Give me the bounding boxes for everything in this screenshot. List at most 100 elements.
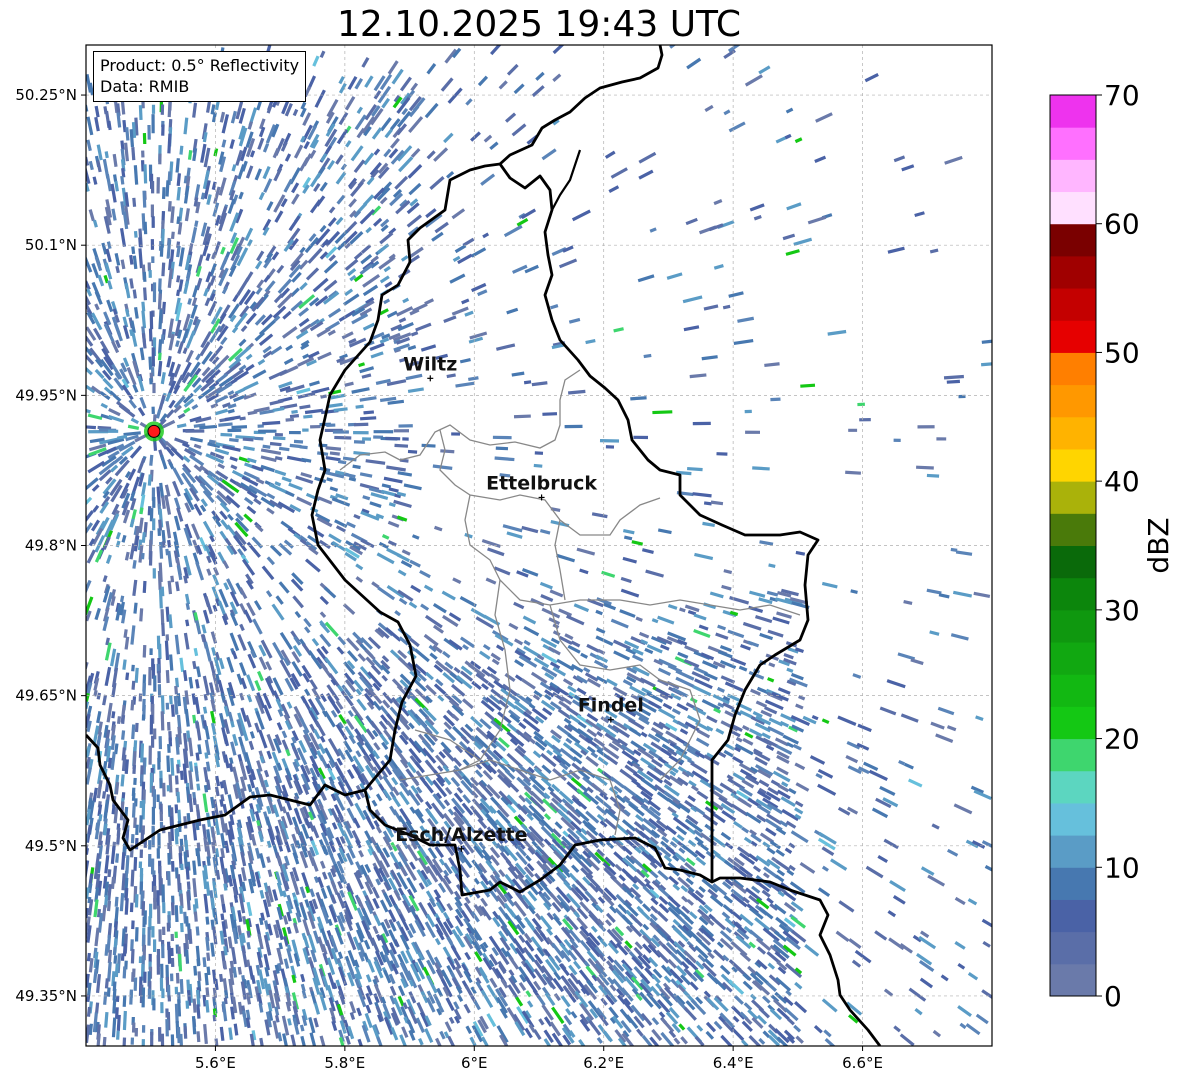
echo-cell-988 bbox=[770, 397, 781, 402]
echo-cell-1067 bbox=[353, 422, 369, 427]
echo-cell-3291 bbox=[168, 831, 172, 843]
map-plot-area[interactable]: WiltzEttelbruckFindelEsch/Alzette bbox=[79, 40, 996, 1053]
echo-cell-1036 bbox=[152, 414, 157, 422]
echo-cell-1510 bbox=[152, 568, 156, 579]
echo-cell-250 bbox=[158, 153, 162, 165]
echo-cell-1065 bbox=[326, 423, 336, 427]
echo-cell-1085 bbox=[302, 428, 309, 432]
echo-cell-4484 bbox=[170, 957, 175, 967]
echo-cell-3289 bbox=[151, 827, 155, 848]
echo-cell-1013 bbox=[151, 406, 155, 414]
echo-cell-1112 bbox=[362, 437, 372, 441]
echo-cell-4749 bbox=[147, 988, 152, 999]
echo-cell-1764 bbox=[142, 645, 147, 658]
echo-cell-4353 bbox=[112, 947, 117, 956]
echo-cell-223 bbox=[141, 150, 145, 158]
echo-cell-4612 bbox=[143, 971, 147, 983]
echo-cell-4356 bbox=[161, 944, 165, 959]
echo-cell-4680 bbox=[133, 977, 138, 991]
echo-cell-1928 bbox=[148, 666, 152, 686]
echo-cell-166 bbox=[147, 124, 151, 140]
echo-cell-1306 bbox=[152, 496, 156, 508]
echo-cell-4150 bbox=[151, 926, 155, 938]
echo-cell-1766 bbox=[158, 643, 162, 659]
echo-cell-929 bbox=[149, 378, 153, 385]
echo-cell-1049 bbox=[859, 418, 871, 422]
echo-cell-4084 bbox=[142, 916, 146, 928]
echo-cell-2232 bbox=[160, 711, 165, 731]
echo-cell-3953 bbox=[129, 902, 134, 913]
echo-cell-1387 bbox=[157, 528, 161, 536]
echo-cell-4215 bbox=[147, 926, 151, 946]
echo-cell-3428 bbox=[139, 849, 144, 858]
echo-cell-1090 bbox=[393, 429, 410, 433]
echo-cell-2128 bbox=[165, 702, 170, 710]
echo-cell-3095 bbox=[151, 806, 156, 825]
echo-cell-347 bbox=[161, 187, 166, 199]
echo-cell-4810 bbox=[129, 989, 133, 1005]
echo-cell-109 bbox=[151, 104, 156, 114]
echo-cell-1071 bbox=[917, 425, 935, 429]
echo-cell-1078 bbox=[185, 429, 205, 433]
echo-cell-2907 bbox=[156, 794, 160, 803]
echo-cell-4217 bbox=[170, 933, 175, 942]
echo-cell-1119 bbox=[633, 435, 649, 440]
echo-cell-4152 bbox=[166, 922, 171, 932]
echo-cell-844 bbox=[157, 352, 162, 361]
echo-cell-1120 bbox=[893, 438, 901, 442]
echo-cell-110 bbox=[160, 104, 165, 115]
echo-cell-3287 bbox=[130, 834, 135, 844]
echo-cell-3096 bbox=[159, 811, 163, 822]
echo-cell-1974 bbox=[153, 675, 157, 692]
echo-cell-421 bbox=[151, 216, 155, 228]
echo-cell-2839 bbox=[166, 785, 171, 792]
echo-cell-3560 bbox=[133, 857, 138, 871]
echo-cell-3698 bbox=[167, 871, 171, 886]
echo-cell-1063 bbox=[310, 424, 321, 429]
echo-cell-2645 bbox=[132, 764, 137, 774]
echo-cell-3561 bbox=[138, 861, 143, 869]
echo-cell-1031 bbox=[744, 409, 752, 414]
echo-cell-4083 bbox=[131, 920, 135, 930]
echo-cell-1092 bbox=[745, 430, 761, 434]
echo-cell-1109 bbox=[293, 439, 304, 444]
echo-cell-1088 bbox=[353, 431, 369, 435]
echo-cell-325 bbox=[150, 180, 155, 194]
echo-cell-1165 bbox=[716, 452, 728, 456]
echo-cell-1089 bbox=[373, 430, 394, 434]
echo-cell-635 bbox=[152, 282, 157, 303]
echo-cell-3885 bbox=[134, 894, 139, 908]
echo-cell-1680 bbox=[161, 623, 165, 637]
echo-cell-1143 bbox=[495, 446, 509, 451]
echo-cell-2288 bbox=[134, 722, 139, 733]
echo-cell-4415 bbox=[148, 953, 152, 963]
echo-cell-1048 bbox=[513, 414, 531, 419]
echo-cell-2021 bbox=[142, 683, 147, 697]
echo-cell-727 bbox=[149, 311, 154, 330]
echo-cell-4876 bbox=[160, 1002, 164, 1014]
echo-cell-4981 bbox=[212, 1014, 217, 1022]
echo-cell-3429 bbox=[156, 848, 160, 859]
echo-cell-4486 bbox=[196, 958, 201, 967]
echo-cell-185 bbox=[142, 133, 147, 145]
echo-cell-1484 bbox=[140, 552, 145, 560]
echo-cell-108 bbox=[138, 105, 143, 121]
echo-cell-1144 bbox=[605, 445, 615, 449]
echo-cell-3564 bbox=[170, 861, 175, 872]
echo-cell-4878 bbox=[185, 1000, 190, 1009]
echo-cell-1116 bbox=[402, 437, 409, 441]
echo-cell-1093 bbox=[848, 428, 858, 432]
echo-cell-3957 bbox=[170, 902, 175, 916]
echo-cell-2771 bbox=[133, 777, 137, 785]
echo-cell-4808 bbox=[115, 995, 120, 1002]
echo-cell-1091 bbox=[451, 432, 461, 436]
echo-cell-2406 bbox=[158, 736, 163, 750]
echo-cell-3357 bbox=[148, 840, 152, 850]
echo-cell-4551 bbox=[160, 963, 164, 979]
echo-cell-4417 bbox=[167, 946, 172, 964]
echo-cell-2776 bbox=[174, 775, 179, 785]
echo-cell-1765 bbox=[149, 648, 153, 656]
echo-cell-1117 bbox=[492, 435, 512, 440]
echo-cell-1485 bbox=[148, 551, 153, 566]
echo-cell-1074 bbox=[107, 429, 119, 433]
